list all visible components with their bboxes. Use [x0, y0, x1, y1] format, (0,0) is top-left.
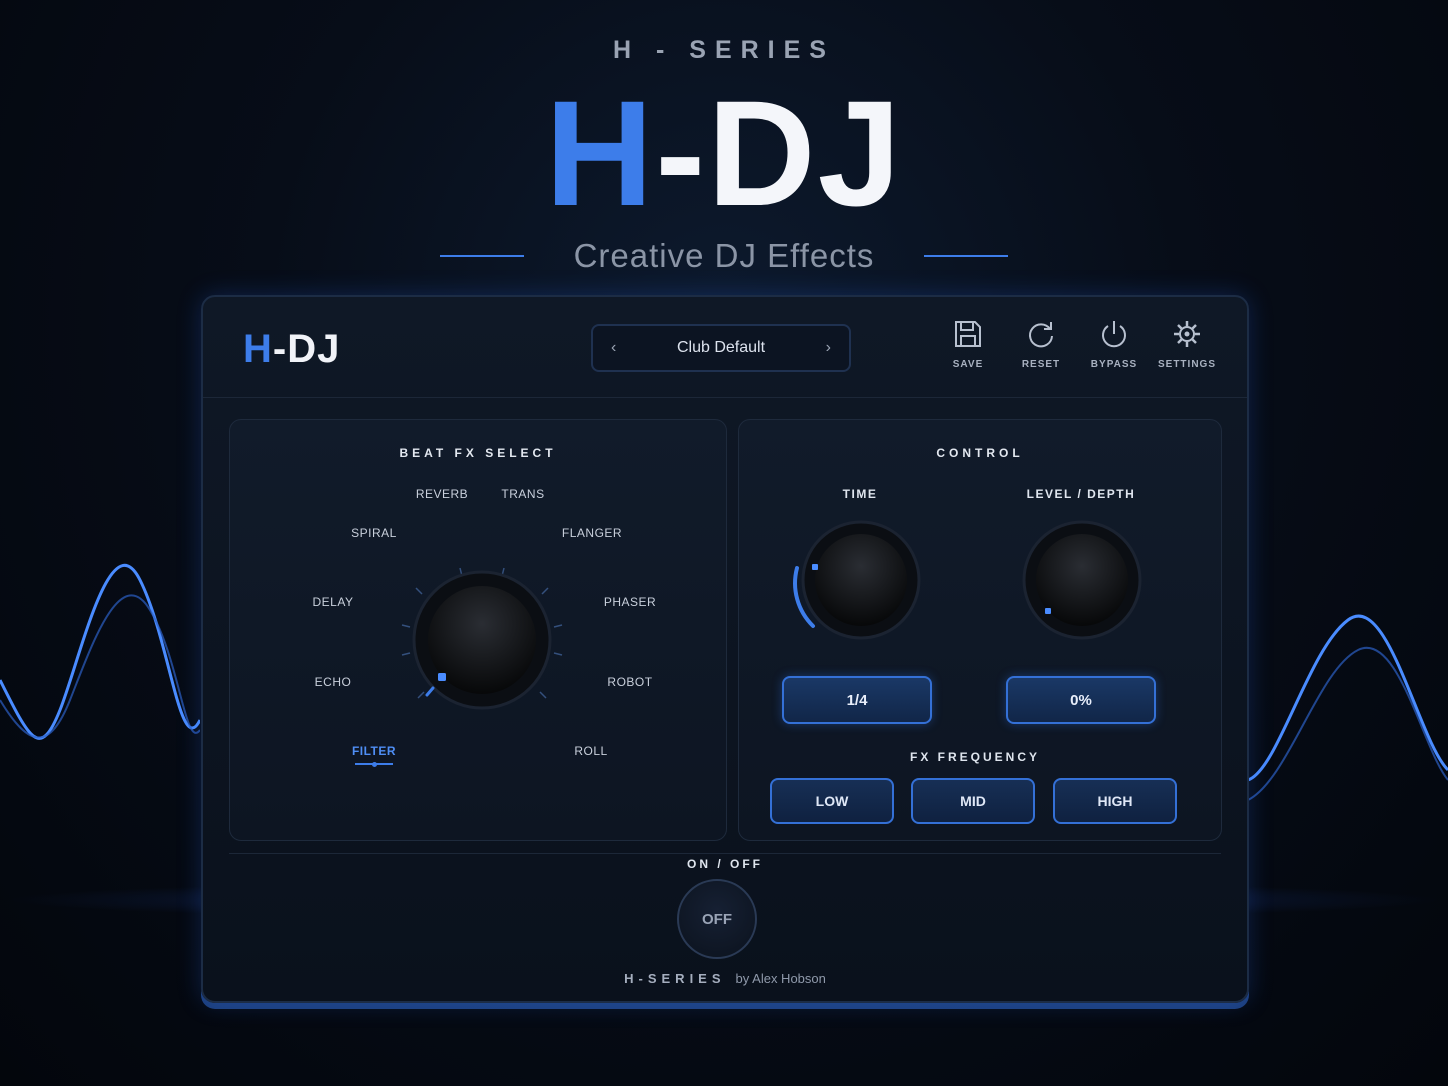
fx-option-reverb[interactable]: REVERB — [416, 487, 468, 501]
time-value-display[interactable]: 1/4 — [782, 676, 932, 724]
level-depth-value-display[interactable]: 0% — [1006, 676, 1156, 724]
fx-option-robot[interactable]: ROBOT — [607, 675, 652, 689]
plugin-header: H-DJ ‹ Club Default › SAVE RESET — [203, 297, 1247, 398]
fx-option-trans[interactable]: TRANS — [501, 487, 544, 501]
level-depth-label: LEVEL / DEPTH — [1027, 487, 1136, 501]
save-button[interactable]: SAVE — [928, 319, 1008, 370]
fx-frequency-label: FX FREQUENCY — [910, 750, 1040, 764]
fx-option-roll[interactable]: ROLL — [574, 744, 607, 758]
series-heading: H - SERIES — [0, 36, 1448, 65]
hero-title: H-DJ — [0, 78, 1448, 228]
fx-frequency-low-button[interactable]: LOW — [770, 778, 894, 824]
control-title: CONTROL — [739, 446, 1221, 460]
on-off-label: ON / OFF — [203, 857, 1247, 871]
waveform-left-decoration — [0, 500, 200, 920]
beat-fx-section: BEAT FX SELECT REVERB TRANS SPIRAL FLANG… — [229, 419, 727, 841]
preset-name: Club Default — [677, 339, 765, 357]
control-section: CONTROL TIME LEVEL / DEPTH — [738, 419, 1222, 841]
fx-frequency-mid-button[interactable]: MID — [911, 778, 1035, 824]
bypass-label: BYPASS — [1074, 359, 1154, 370]
hero-title-h: H — [545, 69, 655, 237]
fx-option-echo[interactable]: ECHO — [315, 675, 352, 689]
tagline-row: Creative DJ Effects — [0, 234, 1448, 278]
fx-option-phaser[interactable]: PHASER — [604, 595, 656, 609]
plugin-logo: H-DJ — [243, 327, 340, 372]
section-divider — [229, 853, 1221, 854]
save-icon — [953, 319, 983, 349]
tagline-rule-left — [440, 255, 524, 257]
fx-option-delay[interactable]: DELAY — [313, 595, 354, 609]
fx-option-filter[interactable]: FILTER — [352, 744, 396, 758]
gear-icon — [1172, 319, 1202, 349]
waveform-right-decoration — [1248, 500, 1448, 920]
reset-label: RESET — [1001, 359, 1081, 370]
power-toggle-button[interactable]: OFF — [677, 879, 757, 959]
fx-selected-indicator-dot — [372, 762, 377, 767]
settings-button[interactable]: SETTINGS — [1147, 319, 1227, 370]
plugin-window: H-DJ ‹ Club Default › SAVE RESET — [201, 295, 1249, 1003]
preset-next-button[interactable]: › — [826, 339, 831, 357]
level-depth-knob[interactable] — [1006, 516, 1156, 646]
time-knob[interactable] — [785, 516, 935, 646]
tagline: Creative DJ Effects — [574, 237, 875, 275]
plugin-footer: H-SERIES by Alex Hobson — [203, 971, 1247, 986]
fx-option-spiral[interactable]: SPIRAL — [351, 526, 397, 540]
logo-h: H — [243, 327, 273, 371]
fx-option-flanger[interactable]: FLANGER — [562, 526, 622, 540]
preset-selector[interactable]: ‹ Club Default › — [591, 324, 851, 372]
settings-label: SETTINGS — [1147, 359, 1227, 370]
tagline-rule-right — [924, 255, 1008, 257]
reset-button[interactable]: RESET — [1001, 319, 1081, 370]
bypass-button[interactable]: BYPASS — [1074, 319, 1154, 370]
reset-icon — [1026, 319, 1056, 349]
preset-prev-button[interactable]: ‹ — [611, 339, 616, 357]
footer-brand: H-SERIES — [624, 971, 725, 986]
footer-author: by Alex Hobson — [736, 971, 826, 986]
logo-rest: -DJ — [273, 327, 340, 371]
beat-fx-title: BEAT FX SELECT — [230, 446, 726, 460]
save-label: SAVE — [928, 359, 1008, 370]
power-icon — [1099, 319, 1129, 349]
time-label: TIME — [843, 487, 878, 501]
beat-fx-selector-knob[interactable] — [392, 550, 572, 730]
fx-frequency-high-button[interactable]: HIGH — [1053, 778, 1177, 824]
hero-title-rest: -DJ — [655, 69, 903, 237]
